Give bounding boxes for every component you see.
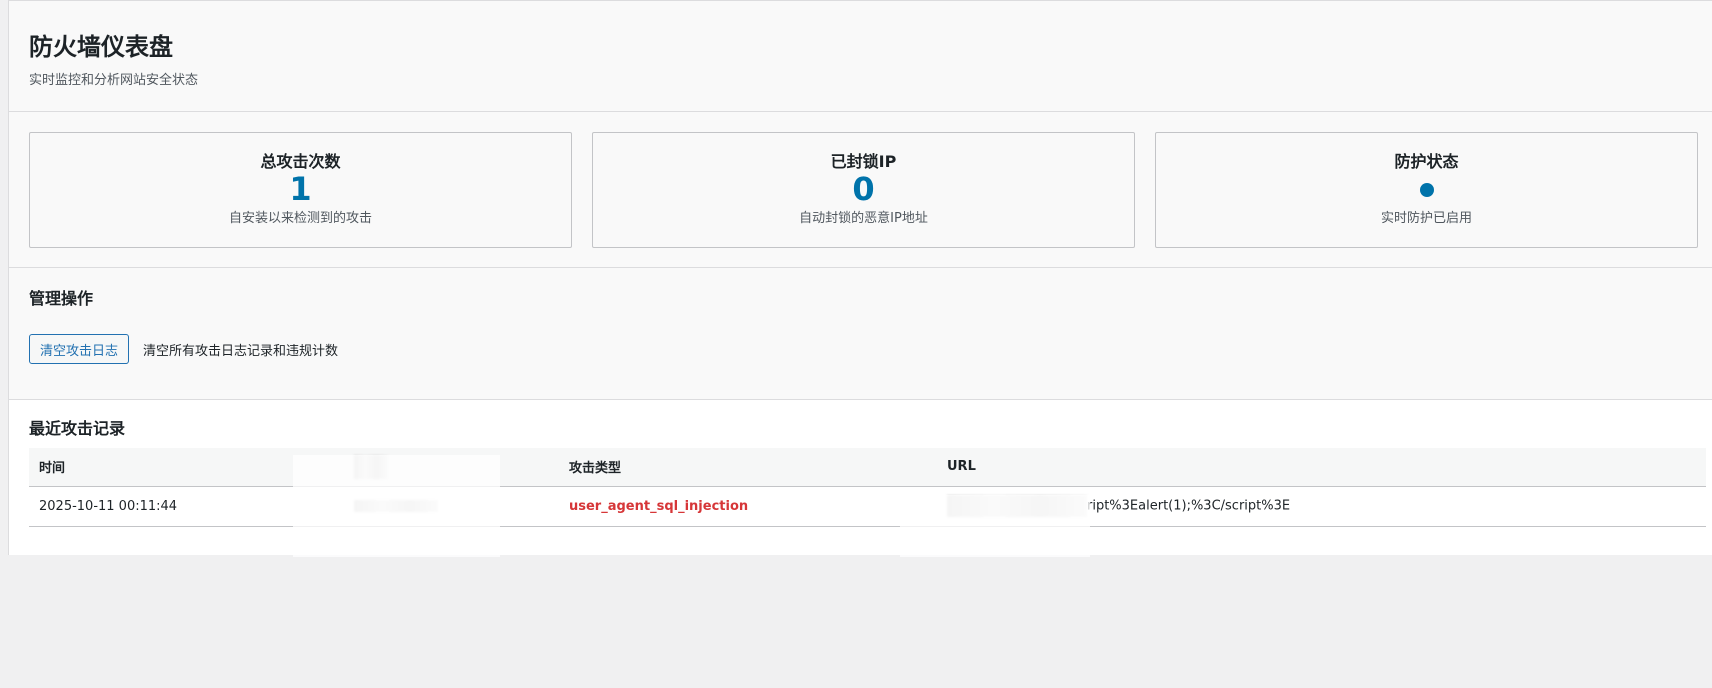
admin-row: 清空攻击日志 清空所有攻击日志记录和违规计数 bbox=[29, 334, 1712, 364]
table-row[interactable]: 2025-10-11 00:11:44 user_agent_sql_injec… bbox=[29, 486, 1706, 526]
admin-title: 管理操作 bbox=[29, 289, 94, 308]
stat-title: 防护状态 bbox=[1394, 152, 1459, 171]
cell-attack-type: user_agent_sql_injection bbox=[569, 498, 749, 514]
status-dot-icon bbox=[1419, 183, 1434, 197]
stat-card-blocked-ips: 已封锁IP 0 自动封锁的恶意IP地址 bbox=[592, 132, 1135, 248]
page-header: 防火墙仪表盘 实时监控和分析网站安全状态 bbox=[9, 1, 1712, 112]
attack-table: 时间 攻击类型 URL 2025-10-11 00:11:44 user_age… bbox=[29, 448, 1706, 527]
redaction-mask bbox=[293, 455, 500, 557]
redaction-mask bbox=[900, 495, 1090, 557]
stat-desc: 自安装以来检测到的攻击 bbox=[228, 211, 372, 226]
table-header-row: 时间 攻击类型 URL bbox=[29, 448, 1706, 486]
stat-card-total-attacks: 总攻击次数 1 自安装以来检测到的攻击 bbox=[29, 132, 572, 248]
page-title: 防火墙仪表盘 bbox=[29, 33, 173, 61]
stat-desc: 实时防护已启用 bbox=[1380, 211, 1472, 226]
recent-attacks: 最近攻击记录 时间 攻击类型 URL 2025-10-11 00:11:44 u… bbox=[9, 400, 1712, 555]
admin-actions: 管理操作 清空攻击日志 清空所有攻击日志记录和违规计数 bbox=[9, 268, 1712, 400]
recent-title: 最近攻击记录 bbox=[29, 419, 126, 438]
clear-log-button[interactable]: 清空攻击日志 bbox=[29, 334, 130, 364]
stat-card-protection-status: 防护状态 实时防护已启用 bbox=[1155, 132, 1698, 248]
clear-log-desc: 清空所有攻击日志记录和违规计数 bbox=[143, 343, 339, 359]
url-text: ript%3Ealert(1);%3C/script%3E bbox=[1087, 498, 1291, 514]
col-url: URL bbox=[947, 459, 976, 475]
firewall-dashboard: 防火墙仪表盘 实时监控和分析网站安全状态 总攻击次数 1 自安装以来检测到的攻击… bbox=[8, 0, 1712, 555]
stats-row: 总攻击次数 1 自安装以来检测到的攻击 已封锁IP 0 自动封锁的恶意IP地址 … bbox=[9, 112, 1712, 268]
stat-value: 0 bbox=[852, 170, 875, 208]
stat-value: 1 bbox=[289, 170, 312, 208]
col-type: 攻击类型 bbox=[569, 461, 622, 477]
page-subtitle: 实时监控和分析网站安全状态 bbox=[29, 73, 199, 88]
stat-desc: 自动封锁的恶意IP地址 bbox=[799, 211, 928, 226]
